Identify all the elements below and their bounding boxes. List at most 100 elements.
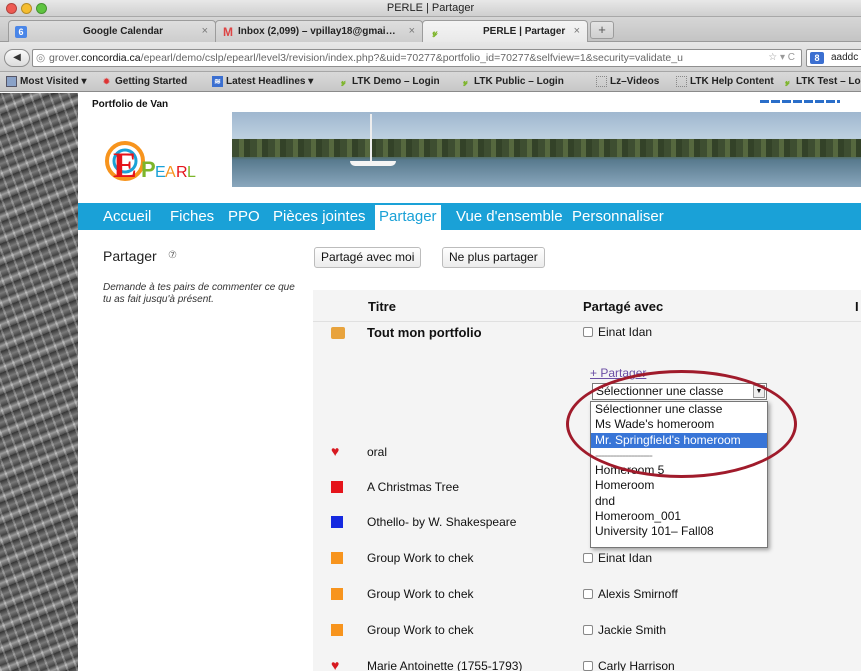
url-path: /epearl/demo/cslp/epearl/level3/revision… — [140, 52, 683, 64]
folder-icon — [6, 76, 17, 87]
tab-google-calendar[interactable]: 6 Google Calendar × — [8, 20, 216, 42]
nav-ppo[interactable]: PPO — [228, 203, 260, 230]
shared-with-name: Jackie Smith — [598, 623, 667, 637]
class-select[interactable]: Sélectionner une classe ▼ — [592, 383, 767, 400]
tab-perle-partager[interactable]: 𝓎 PERLE | Partager × — [422, 20, 588, 42]
decorative-water-image — [0, 93, 78, 671]
top-decoration — [760, 100, 840, 103]
chevron-down-icon[interactable]: ▼ — [753, 385, 765, 398]
row-title[interactable]: Marie Antoinette (1755-1793) — [367, 659, 522, 671]
table-row: Othello- by W. Shakespeare — [313, 515, 861, 550]
row-title[interactable]: Othello- by W. Shakespeare — [367, 515, 516, 529]
red-square-icon — [331, 481, 343, 493]
nav-vue-ensemble[interactable]: Vue d'ensemble — [456, 203, 563, 230]
epearl-logo[interactable]: E P E A R L — [103, 131, 233, 193]
table-row: Group Work to chek Alexis Smirnoff — [313, 587, 861, 622]
ltk-icon: 𝓎 — [785, 77, 790, 86]
bookmark-label: Lz–Videos — [610, 76, 660, 87]
bookmark-label: Getting Started — [115, 76, 188, 87]
shared-with-name: Carly Harrison — [598, 659, 675, 671]
dropdown-option[interactable]: Homeroom 5 — [591, 463, 767, 478]
bookmark-label: LTK Help Content — [690, 76, 774, 87]
bookmark-ltk-test[interactable]: 𝓎 LTK Test – Login — [782, 72, 861, 91]
bookmark-latest-headlines[interactable]: ≋ Latest Headlines ▾ — [212, 72, 313, 91]
close-tab-icon[interactable]: × — [409, 21, 415, 42]
checkbox[interactable] — [583, 625, 593, 635]
tab-inbox[interactable]: M Inbox (2,099) – vpillay18@gmai… × — [215, 20, 423, 42]
search-engine-icon[interactable]: 8 — [810, 52, 824, 64]
banner-boat-mast — [370, 114, 372, 164]
close-window-icon[interactable] — [6, 3, 17, 14]
dropdown-option[interactable]: dnd — [591, 494, 767, 509]
table-row: Group Work to chek Einat Idan — [313, 551, 861, 586]
new-tab-button[interactable]: + — [590, 21, 614, 39]
table-row: ♥ oral — [313, 444, 861, 480]
zoom-window-icon[interactable] — [36, 3, 47, 14]
dropdown-option[interactable]: Sélectionner une classe — [591, 402, 767, 417]
dropdown-arrow-icon[interactable]: ▾ — [780, 52, 785, 63]
shared-with: Einat Idan — [583, 325, 652, 339]
table-row: ♥ Marie Antoinette (1755-1793) Carly Har… — [313, 657, 861, 671]
search-box[interactable]: 8 aaddc — [806, 49, 861, 67]
checkbox[interactable] — [583, 553, 593, 563]
back-arrow-icon: ◀ — [13, 52, 21, 63]
row-title[interactable]: A Christmas Tree — [367, 480, 459, 494]
bookmark-star-icon[interactable]: ☆ — [768, 52, 777, 63]
close-tab-icon[interactable]: × — [574, 21, 580, 42]
perle-icon: 𝓎 — [432, 27, 438, 37]
checkbox[interactable] — [583, 327, 593, 337]
close-tab-icon[interactable]: × — [202, 21, 208, 42]
shared-with: Carly Harrison — [583, 659, 675, 671]
bookmark-ltk-help[interactable]: LTK Help Content — [676, 72, 774, 91]
dropdown-option[interactable]: Homeroom — [591, 478, 767, 493]
bookmark-ltk-demo[interactable]: 𝓎 LTK Demo – Login — [338, 72, 439, 91]
url-bar[interactable]: ◎ grover.concordia.ca/epearl/demo/cslp/e… — [32, 49, 802, 67]
nav-pieces-jointes[interactable]: Pièces jointes — [273, 203, 366, 230]
heart-icon: ♥ — [331, 657, 340, 671]
navigation-bar: ◀ ◎ grover.concordia.ca/epearl/demo/cslp… — [0, 42, 861, 72]
portfolio-owner: Portfolio de Van — [92, 99, 169, 110]
bookmarks-bar: Most Visited ▾ ✹ Getting Started ≋ Latest … — [0, 72, 861, 92]
help-icon[interactable]: ⑦ — [168, 250, 177, 261]
shared-with: Einat Idan — [583, 551, 652, 565]
row-title[interactable]: oral — [367, 445, 387, 459]
shared-with: Alexis Smirnoff — [583, 587, 678, 601]
shared-with: Jackie Smith — [583, 623, 666, 637]
checkbox[interactable] — [583, 589, 593, 599]
window-controls — [6, 3, 47, 14]
stop-sharing-button[interactable]: Ne plus partager — [442, 247, 545, 268]
back-button[interactable]: ◀ — [4, 49, 30, 67]
tab-label: PERLE | Partager — [483, 26, 566, 37]
ltk-icon: 𝓎 — [463, 77, 468, 86]
column-header-extra: I — [855, 299, 859, 314]
reload-icon[interactable]: C — [788, 52, 795, 63]
nav-partager[interactable]: Partager — [375, 203, 441, 230]
dropdown-option[interactable]: Ms Wade's homeroom — [591, 417, 767, 432]
minimize-window-icon[interactable] — [21, 3, 32, 14]
row-title[interactable]: Group Work to chek — [367, 551, 474, 565]
checkbox[interactable] — [583, 661, 593, 671]
dropdown-option[interactable]: Homeroom_001 — [591, 509, 767, 524]
table-row: Group Work to chek Jackie Smith — [313, 623, 861, 658]
bookmark-ltk-public[interactable]: 𝓎 LTK Public – Login — [460, 72, 564, 91]
dropdown-option-selected[interactable]: Mr. Springfield's homeroom — [591, 432, 767, 448]
main-navigation: Accueil Fiches PPO Pièces jointes Partag… — [78, 203, 861, 230]
banner-trees — [232, 139, 861, 157]
row-title[interactable]: Group Work to chek — [367, 623, 474, 637]
row-title[interactable]: Tout mon portfolio — [367, 325, 482, 340]
bookmark-lz-videos[interactable]: Lz–Videos — [596, 72, 659, 91]
bookmark-getting-started[interactable]: ✹ Getting Started — [101, 72, 187, 91]
shared-with-name: Einat Idan — [598, 551, 653, 565]
nav-fiches[interactable]: Fiches — [170, 203, 214, 230]
row-title[interactable]: Group Work to chek — [367, 587, 474, 601]
nav-accueil[interactable]: Accueil — [103, 203, 151, 230]
url-prefix: grover. — [49, 52, 82, 64]
page-icon — [596, 76, 607, 87]
dropdown-option[interactable]: University 101– Fall08 — [591, 524, 767, 539]
site-identity-icon: ◎ — [36, 52, 46, 64]
add-share-link[interactable]: + Partager — [590, 366, 646, 380]
bookmark-most-visited[interactable]: Most Visited ▾ — [6, 72, 87, 91]
nav-personnaliser[interactable]: Personnaliser — [572, 203, 664, 230]
header-banner-image — [232, 112, 861, 190]
shared-with-me-button[interactable]: Partagé avec moi — [314, 247, 422, 268]
